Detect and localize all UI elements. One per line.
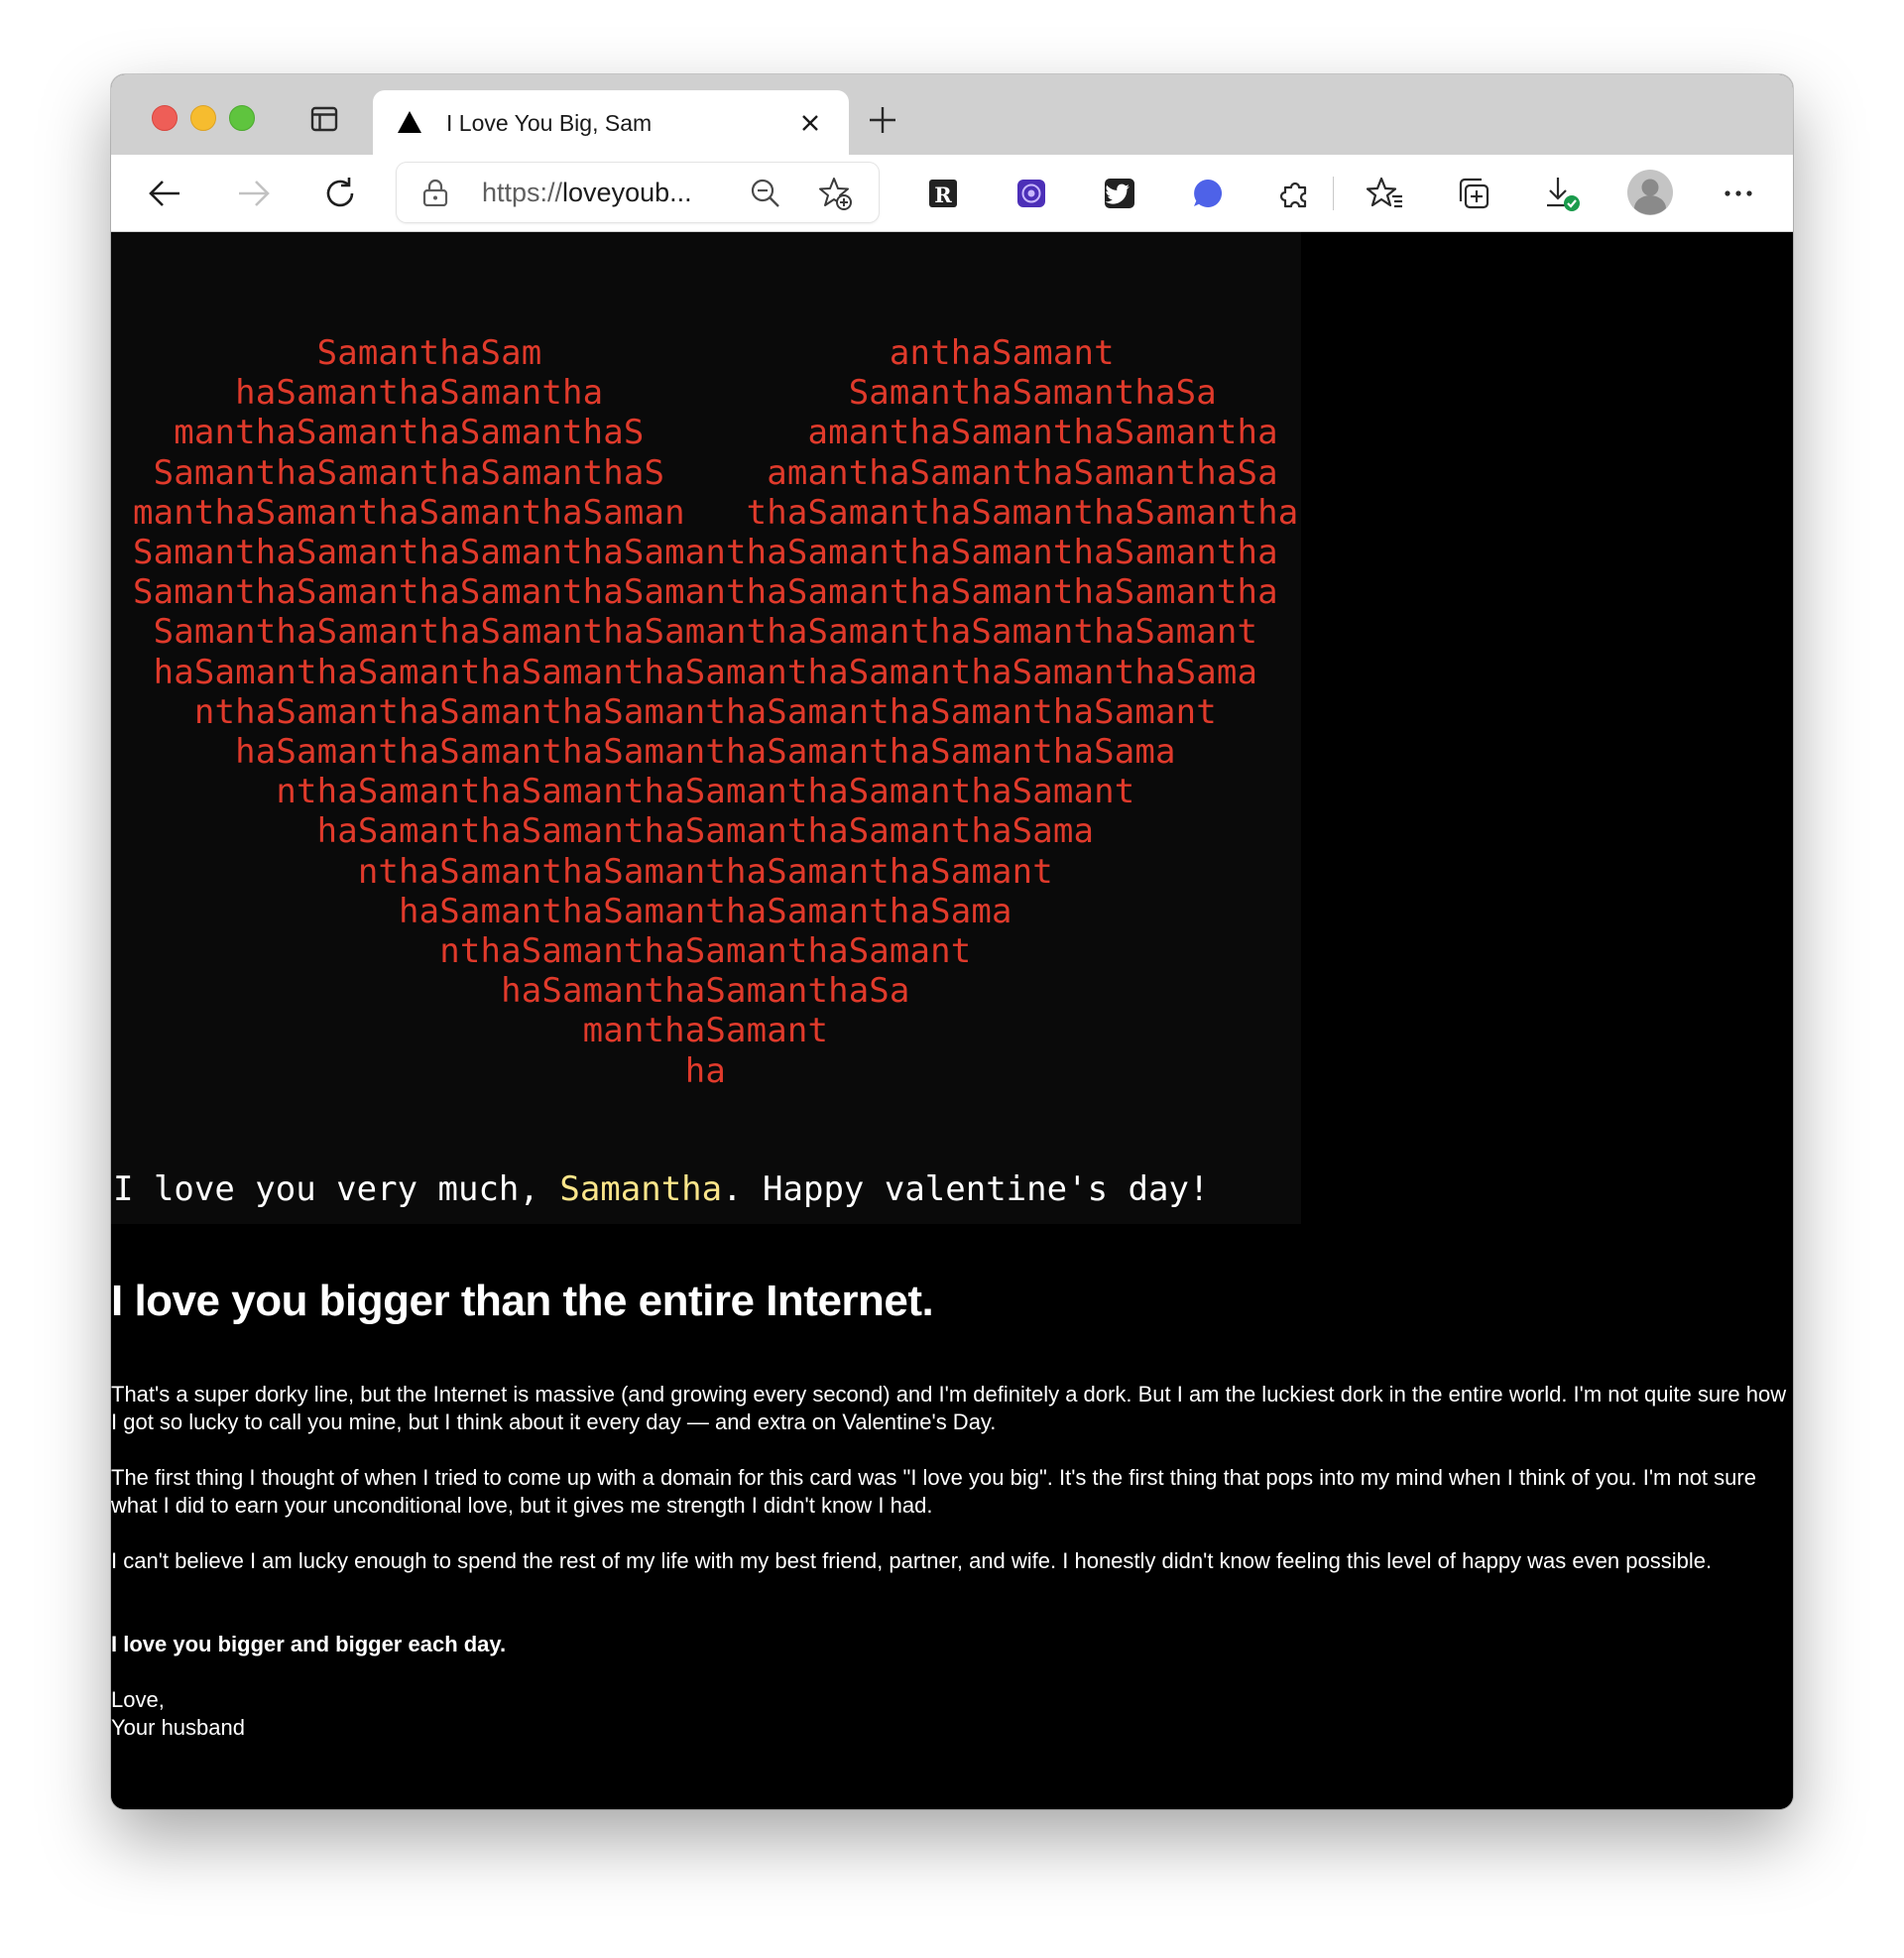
page-content: SamanthaSam anthaSamant haSamanthaSamant…: [111, 232, 1793, 1809]
heart-line: haSamanthaSamanthaSamanthaSama: [133, 891, 1012, 931]
tab-active[interactable]: I Love You Big, Sam: [373, 90, 849, 155]
closing-line: I love you bigger and bigger each day.: [111, 1632, 507, 1656]
address-bar[interactable]: https://loveyoub...: [397, 163, 879, 222]
forward-icon[interactable]: [234, 175, 272, 212]
heart-line: nthaSamanthaSamanthaSamanthaSamanthaSama…: [133, 772, 1135, 812]
back-icon[interactable]: [147, 175, 184, 212]
readwise-extension-icon[interactable]: R: [924, 175, 962, 212]
heart-panel: SamanthaSam anthaSamant haSamanthaSamant…: [111, 232, 1301, 1224]
heart-line: nthaSamanthaSamanthaSamant: [133, 931, 972, 972]
minimize-window-button[interactable]: [190, 105, 216, 131]
extensions-icon[interactable]: [1277, 175, 1315, 212]
tab-actions-icon[interactable]: [309, 104, 339, 134]
tab-title: I Love You Big, Sam: [446, 110, 653, 136]
ascii-heart: SamanthaSam anthaSamant haSamanthaSamant…: [133, 333, 1298, 1091]
close-tab-icon[interactable]: [797, 110, 823, 136]
signoff-love: Love,: [111, 1687, 165, 1712]
tab-strip: I Love You Big, Sam: [111, 74, 1793, 155]
url-text[interactable]: https://loveyoub...: [482, 178, 692, 208]
paragraph-3: I can't believe I am lucky enough to spe…: [111, 1548, 1713, 1573]
love-message: I love you very much, Samantha. Happy va…: [113, 1169, 1209, 1209]
letter: I love you bigger than the entire Intern…: [111, 1274, 1787, 1740]
letter-heading: I love you bigger than the entire Intern…: [111, 1277, 934, 1325]
heart-line: haSamanthaSamanthaSamanthaSamanthaSamant…: [133, 652, 1258, 692]
downloads-icon[interactable]: [1543, 175, 1581, 212]
close-window-button[interactable]: [152, 105, 178, 131]
refresh-icon[interactable]: [321, 175, 359, 212]
triangle-favicon-icon: [398, 111, 421, 133]
heart-line: SamanthaSamanthaSamanthaSamanthaSamantha…: [133, 572, 1278, 613]
heart-line: haSamanthaSamanthaSamanthaSamanthaSama: [133, 811, 1095, 852]
signature: Your husband: [111, 1715, 245, 1740]
heart-line: haSamanthaSamanthaSa: [133, 971, 910, 1012]
highlighted-name: Samantha: [559, 1169, 723, 1209]
heart-line: SamanthaSamanthaSamanthaSamanthaSamantha…: [133, 533, 1278, 573]
new-tab-icon[interactable]: [867, 104, 898, 136]
purple-extension-icon[interactable]: [1012, 175, 1050, 212]
collections-icon[interactable]: [1455, 175, 1492, 212]
love-message-end: . Happy valentine's day!: [722, 1169, 1210, 1209]
more-menu-icon[interactable]: [1720, 175, 1757, 212]
zoom-out-icon[interactable]: [750, 178, 781, 209]
browser-window: I Love You Big, Sam https://loveyoub... …: [111, 74, 1793, 1809]
heart-line: haSamanthaSamantha SamanthaSamanthaSa: [133, 373, 1217, 414]
heart-line: SamanthaSam anthaSamant: [133, 333, 1115, 373]
blue-chat-extension-icon[interactable]: [1189, 175, 1227, 212]
favorites-icon[interactable]: [1367, 175, 1404, 212]
heart-line: manthaSamanthaSamanthaS amanthaSamanthaS…: [133, 413, 1278, 453]
paragraph-2: The first thing I thought of when I trie…: [111, 1465, 1756, 1518]
heart-line: haSamanthaSamanthaSamanthaSamanthaSamant…: [133, 732, 1176, 773]
heart-line: SamanthaSamanthaSamanthaS amanthaSamanth…: [133, 452, 1278, 493]
heart-line: manthaSamant: [133, 1011, 829, 1051]
heart-line: nthaSamanthaSamanthaSamanthaSamant: [133, 851, 1053, 892]
paragraph-1: That's a super dorky line, but the Inter…: [111, 1382, 1787, 1434]
heart-line: ha: [133, 1050, 726, 1091]
heart-line: manthaSamanthaSamanthaSaman thaSamanthaS…: [133, 492, 1299, 533]
lock-icon[interactable]: [422, 179, 448, 206]
toolbar: https://loveyoub... R: [111, 155, 1793, 232]
add-favorite-icon[interactable]: [817, 176, 853, 211]
svg-text:R: R: [934, 183, 952, 207]
heart-line: SamanthaSamanthaSamanthaSamanthaSamantha…: [133, 612, 1258, 653]
toolbar-separator: [1333, 177, 1334, 210]
url-host: loveyoub...: [562, 178, 692, 207]
twitter-extension-icon[interactable]: [1101, 175, 1138, 212]
maximize-window-button[interactable]: [229, 105, 255, 131]
signoff: Love, Your husband: [111, 1686, 245, 1742]
heart-line: nthaSamanthaSamanthaSamanthaSamanthaSama…: [133, 691, 1217, 732]
love-message-start: I love you very much,: [113, 1169, 560, 1209]
url-scheme: https://: [482, 178, 563, 207]
profile-avatar[interactable]: [1626, 169, 1674, 216]
